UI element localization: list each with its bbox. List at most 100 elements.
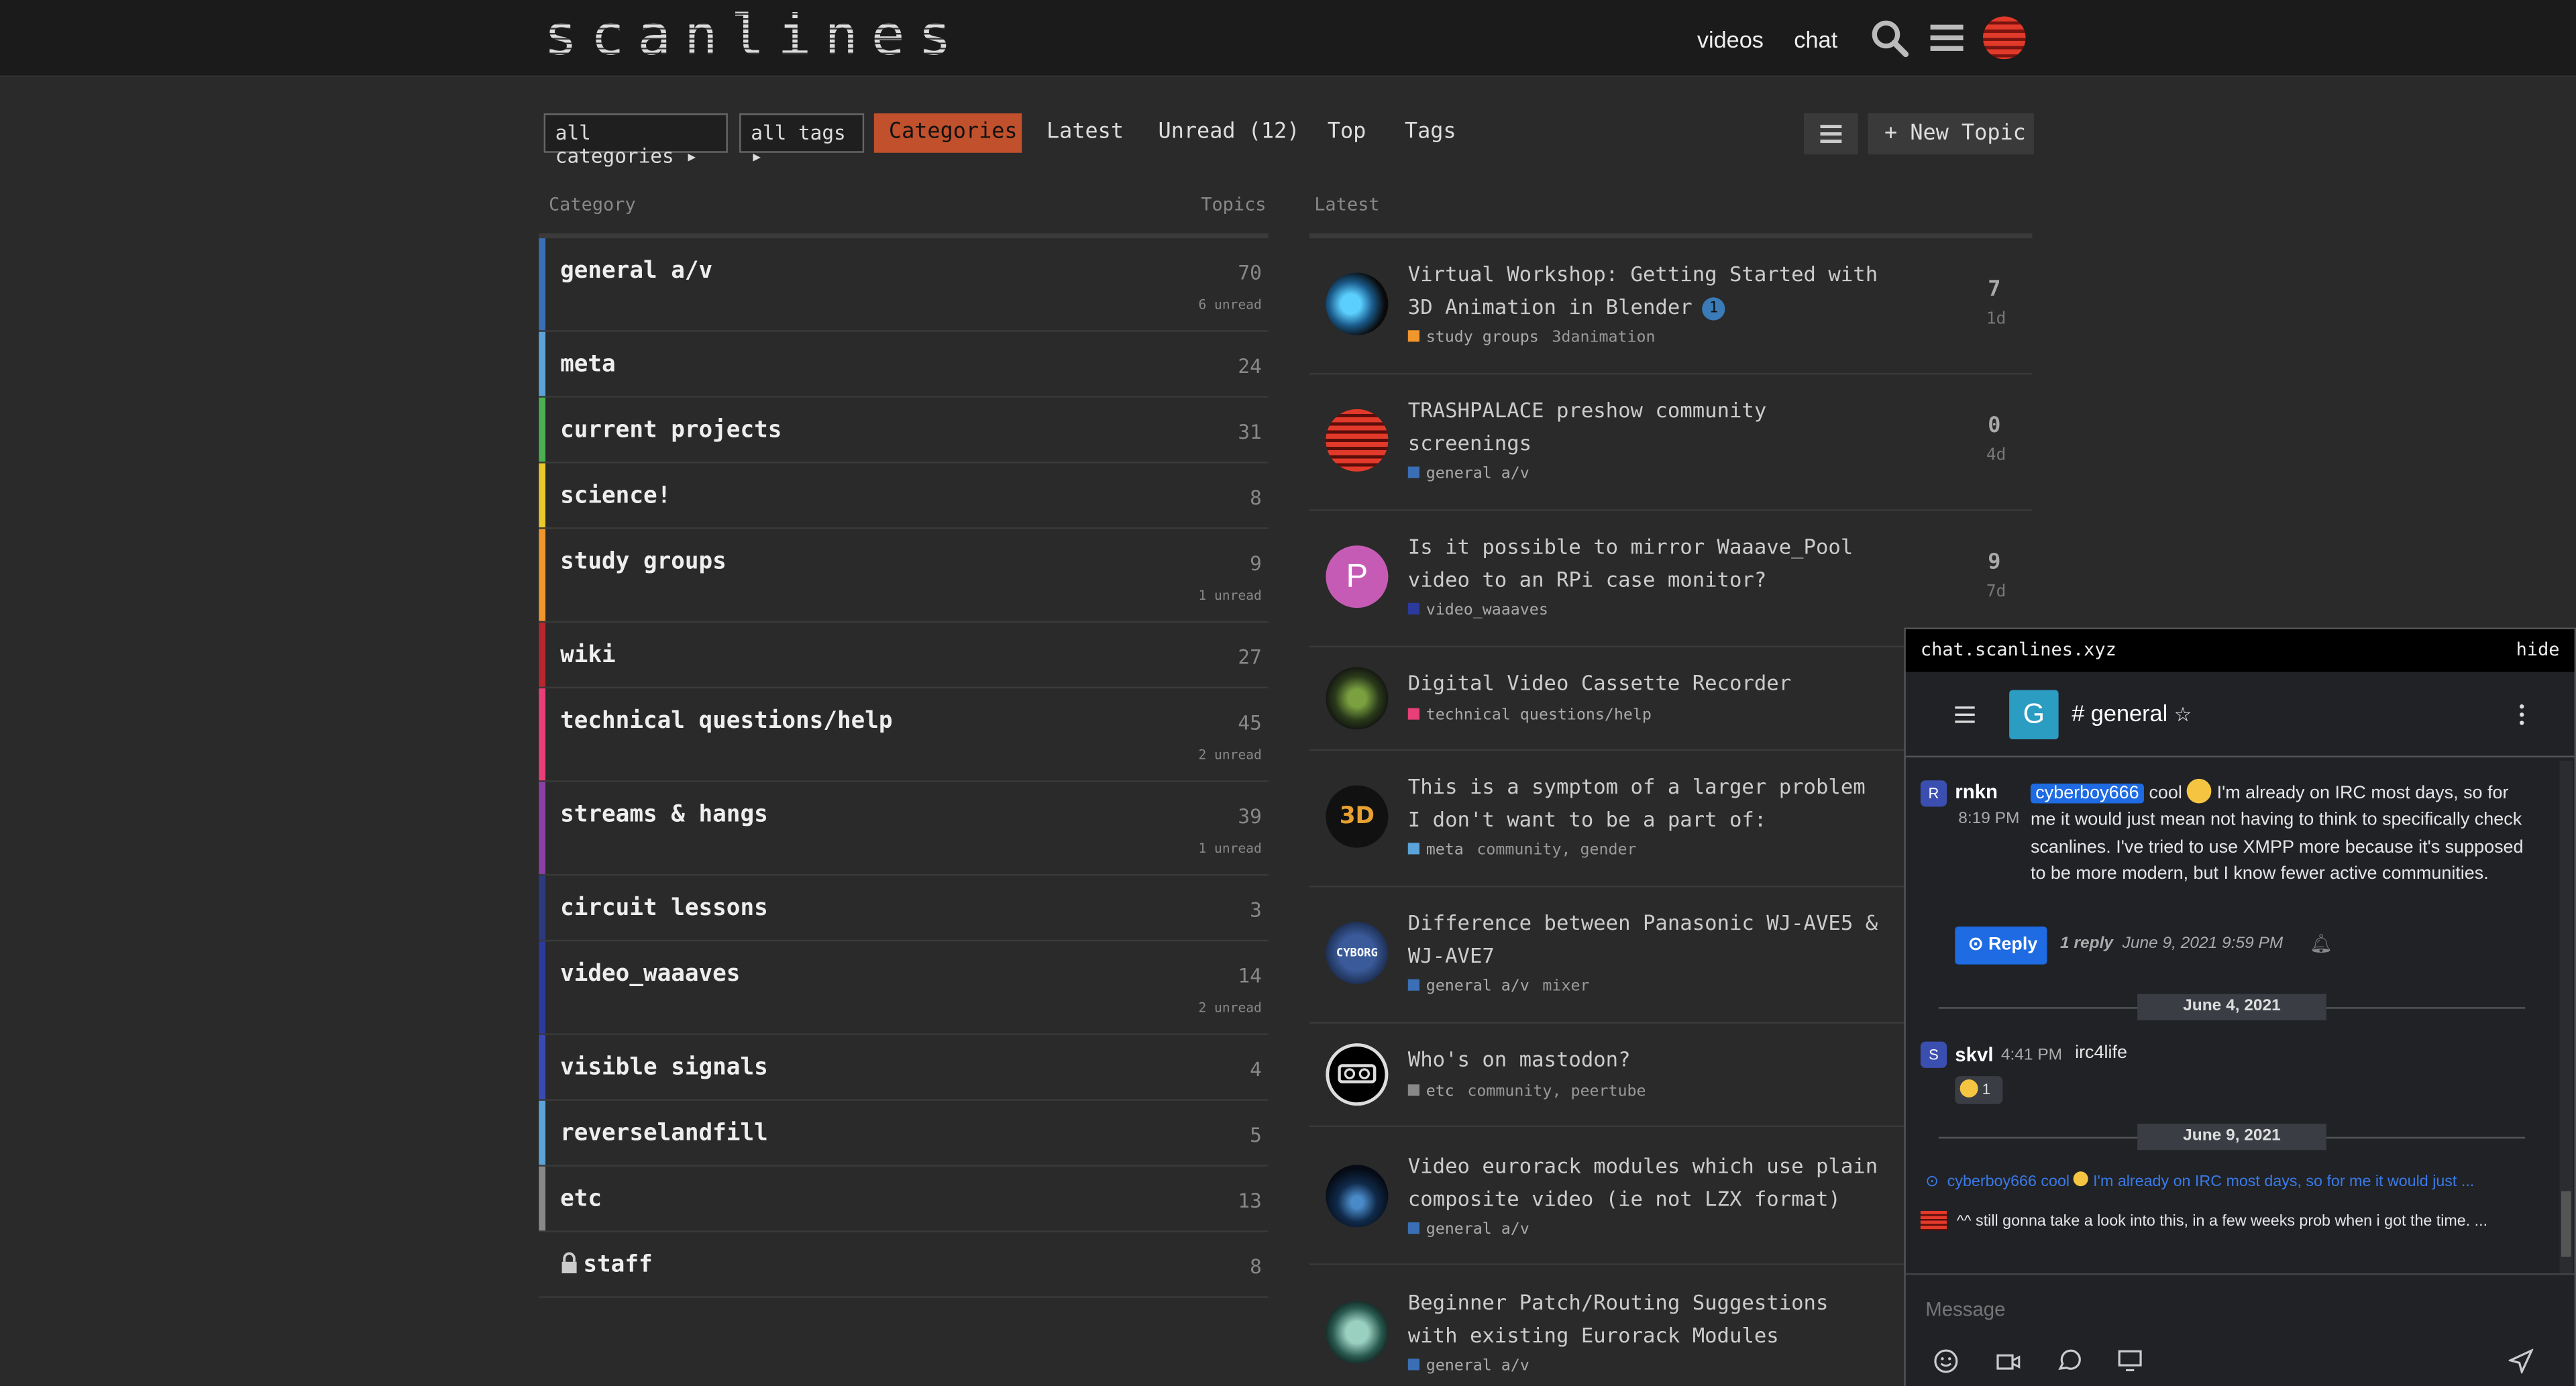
topic-age[interactable]: 1d: [1986, 311, 2006, 329]
category-name[interactable]: etc: [560, 1186, 602, 1212]
category-row[interactable]: visible signals 4: [539, 1034, 1269, 1101]
category-unread-count[interactable]: 1 unread: [1198, 588, 1261, 603]
topic-avatar[interactable]: [1326, 667, 1389, 730]
reply-button[interactable]: ⊙ Reply: [1955, 926, 2047, 965]
nav-link-chat[interactable]: chat: [1794, 26, 1837, 52]
topic-title[interactable]: This is a symptom of a larger problem I …: [1408, 771, 1884, 835]
topic-title[interactable]: Who's on mastodon?: [1408, 1043, 1884, 1075]
topic-title[interactable]: Virtual Workshop: Getting Started with 3…: [1408, 258, 1884, 322]
video-message-icon[interactable]: [1996, 1350, 2021, 1372]
category-name[interactable]: current projects: [560, 417, 782, 443]
category-row[interactable]: general a/v 70 6 unread: [539, 238, 1269, 332]
topic-row[interactable]: TRASHPALACE preshow community screenings…: [1309, 374, 2033, 511]
tab-tags[interactable]: Tags: [1405, 113, 1456, 153]
category-name[interactable]: general a/v: [560, 258, 712, 284]
category-row[interactable]: meta 24: [539, 331, 1269, 398]
category-row[interactable]: reverselandfill 5: [539, 1100, 1269, 1167]
hamburger-menu-icon[interactable]: [1927, 18, 1967, 58]
topic-avatar[interactable]: P: [1326, 545, 1389, 608]
tab-top[interactable]: Top: [1328, 113, 1366, 153]
thread-preview[interactable]: ⊙ cyberboy666 cool I'm already on IRC mo…: [1925, 1171, 2550, 1191]
category-row[interactable]: study groups 9 1 unread: [539, 529, 1269, 623]
topic-age[interactable]: 4d: [1986, 447, 2006, 465]
topic-category[interactable]: etc: [1426, 1083, 1454, 1101]
toggle-list-button[interactable]: [1804, 113, 1858, 155]
category-name[interactable]: science!: [560, 483, 671, 509]
thread-info[interactable]: 1 reply June 9, 2021 9:59 PM: [2060, 935, 2283, 953]
topic-avatar[interactable]: [1326, 272, 1389, 335]
category-unread-count[interactable]: 6 unread: [1198, 297, 1261, 312]
topic-row[interactable]: Virtual Workshop: Getting Started with 3…: [1309, 238, 2033, 375]
tab-unread[interactable]: Unread (12): [1159, 113, 1300, 153]
user-avatar[interactable]: [1982, 16, 2026, 60]
category-row[interactable]: streams & hangs 39 1 unread: [539, 782, 1269, 876]
category-name[interactable]: meta: [560, 352, 616, 378]
star-icon[interactable]: ☆: [2174, 703, 2192, 726]
category-name[interactable]: study groups: [560, 549, 727, 575]
menu-icon[interactable]: [1953, 703, 1976, 726]
search-icon[interactable]: [1870, 18, 1909, 58]
topic-category[interactable]: general a/v: [1426, 1221, 1529, 1239]
topic-avatar[interactable]: [1326, 1165, 1389, 1228]
category-name[interactable]: technical questions/help: [560, 708, 892, 735]
tab-latest[interactable]: Latest: [1046, 113, 1124, 153]
reaction-chip[interactable]: 1: [1955, 1076, 2003, 1104]
topic-title[interactable]: Beginner Patch/Routing Suggestions with …: [1408, 1287, 1884, 1351]
category-name[interactable]: staff: [583, 1252, 652, 1278]
category-unread-count[interactable]: 2 unread: [1198, 1000, 1261, 1015]
chat-scrollbar[interactable]: [2559, 760, 2573, 1273]
category-row[interactable]: staff 8: [539, 1232, 1269, 1298]
category-filter-dropdown[interactable]: all categories ▸: [543, 113, 728, 168]
message-username[interactable]: skvl: [1955, 1043, 1993, 1066]
message-input[interactable]: [1925, 1291, 2517, 1328]
topic-category[interactable]: general a/v: [1426, 1357, 1529, 1375]
topic-title[interactable]: Video eurorack modules which use plain c…: [1408, 1150, 1884, 1214]
category-unread-count[interactable]: 1 unread: [1198, 841, 1261, 856]
topic-tags[interactable]: community, peertube: [1467, 1083, 1646, 1101]
topic-age[interactable]: 7d: [1986, 583, 2006, 601]
category-name[interactable]: video_waaaves: [560, 961, 740, 988]
new-topic-button[interactable]: + New Topic: [1868, 113, 2034, 155]
category-row[interactable]: video_waaaves 14 2 unread: [539, 941, 1269, 1035]
topic-title[interactable]: Difference between Panasonic WJ-AVE5 & W…: [1408, 907, 1884, 971]
category-row[interactable]: etc 13: [539, 1166, 1269, 1232]
topic-avatar[interactable]: [1326, 409, 1389, 472]
topic-reply-count[interactable]: 9: [1988, 550, 2000, 575]
topic-reply-count[interactable]: 0: [1988, 414, 2000, 439]
topic-tags[interactable]: community, gender: [1477, 841, 1636, 859]
kebab-menu-icon[interactable]: [2515, 702, 2528, 728]
topic-avatar[interactable]: [1326, 1301, 1389, 1364]
topic-tags[interactable]: 3danimation: [1552, 329, 1655, 347]
category-name[interactable]: streams & hangs: [560, 802, 768, 828]
room-title[interactable]: # general ☆: [2072, 700, 2192, 726]
user-avatar[interactable]: R: [1920, 780, 1947, 807]
topic-category[interactable]: general a/v: [1426, 465, 1529, 483]
discussion-icon[interactable]: [2057, 1349, 2082, 1374]
category-row[interactable]: circuit lessons 3: [539, 875, 1269, 942]
topic-row[interactable]: P Is it possible to mirror Waaave_Pool v…: [1309, 511, 2033, 647]
user-avatar[interactable]: S: [1920, 1041, 1947, 1068]
topic-title[interactable]: TRASHPALACE preshow community screenings: [1408, 394, 1884, 459]
topic-avatar[interactable]: CYBORG: [1326, 921, 1389, 984]
tab-categories[interactable]: Categories: [873, 113, 1022, 153]
scrollbar-thumb[interactable]: [2561, 1191, 2571, 1257]
room-avatar[interactable]: G: [2009, 690, 2059, 740]
emoji-icon[interactable]: [1933, 1349, 1958, 1374]
site-logo[interactable]: scanlines: [543, 8, 949, 64]
topic-category[interactable]: technical questions/help: [1426, 706, 1652, 725]
unread-badge[interactable]: 1: [1702, 297, 1725, 320]
topic-category[interactable]: general a/v: [1426, 977, 1529, 996]
nav-link-videos[interactable]: videos: [1697, 26, 1764, 52]
bell-icon[interactable]: 🔔︎: [2310, 933, 2332, 954]
user-avatar[interactable]: [1920, 1210, 1947, 1231]
category-row[interactable]: technical questions/help 45 2 unread: [539, 688, 1269, 782]
topic-reply-count[interactable]: 7: [1988, 278, 2000, 303]
category-row[interactable]: current projects 31: [539, 397, 1269, 464]
category-row[interactable]: science! 8: [539, 463, 1269, 529]
topic-category[interactable]: meta: [1426, 841, 1464, 859]
topic-category[interactable]: study groups: [1426, 329, 1539, 347]
topic-category[interactable]: video_waaaves: [1426, 601, 1548, 619]
topic-avatar[interactable]: 3D: [1326, 785, 1389, 848]
category-row[interactable]: wiki 27: [539, 623, 1269, 689]
message-username[interactable]: rnkn: [1955, 780, 1998, 803]
